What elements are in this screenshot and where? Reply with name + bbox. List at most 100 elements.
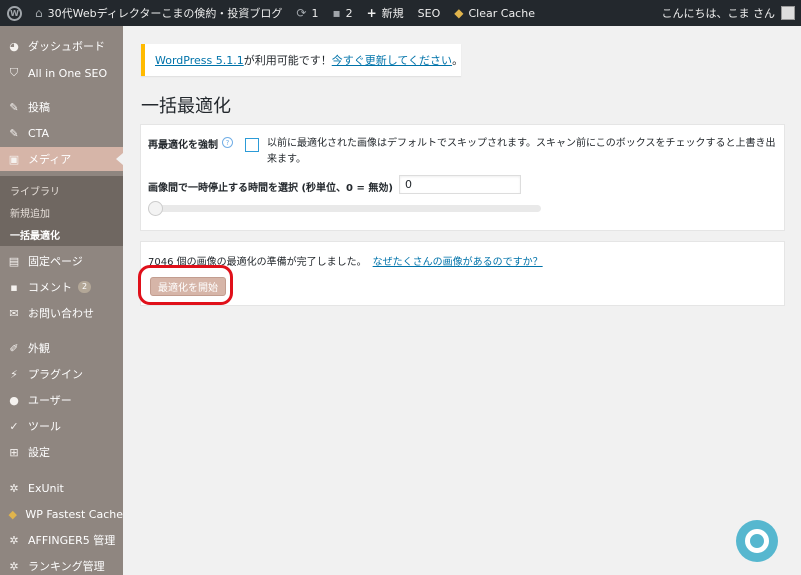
submenu-add-new[interactable]: 新規追加 [10, 205, 50, 220]
admin-sidebar: ◕ ダッシュボード ⛉ All in One SEO ✎ 投稿 ✎ CTA ▣ … [0, 26, 123, 575]
menu-label: ランキング管理 [28, 560, 105, 573]
pause-slider-handle[interactable] [148, 201, 163, 216]
wrench-icon: ✓ [9, 419, 19, 433]
menu-label: ユーザー [28, 394, 72, 407]
lifebuoy-icon [745, 529, 769, 553]
menu-wp-fastest-cache[interactable]: ◆ WP Fastest Cache [0, 502, 123, 526]
settings-panel: 再最適化を強制 ? 以前に最適化された画像はデフォルトでスキップされます。スキャ… [140, 124, 785, 231]
notice-end: 。 [452, 54, 464, 67]
pause-time-label: 画像間で一時停止する時間を選択 (秒単位、0 = 無効) [148, 183, 393, 194]
menu-appearance[interactable]: ✐ 外観 [0, 336, 123, 360]
menu-label: ExUnit [28, 481, 64, 495]
user-icon: ● [9, 393, 19, 407]
updates-count: 1 [311, 6, 319, 20]
submenu-bulk-optimize[interactable]: 一括最適化 [10, 227, 60, 242]
menu-label: メディア [28, 153, 72, 166]
site-name: 30代Webディレクターこまの倹約・投資ブログ [47, 7, 283, 20]
update-notice: WordPress 5.1.1 が利用可能です！ 今すぐ更新してください 。 [141, 44, 464, 76]
menu-label: CTA [28, 126, 50, 140]
gear-icon: ✲ [9, 481, 19, 495]
menu-settings[interactable]: ⊞ 設定 [0, 440, 123, 464]
page-title: 一括最適化 [141, 96, 231, 117]
wordpress-version-link[interactable]: WordPress 5.1.1 [155, 54, 244, 67]
menu-users[interactable]: ● ユーザー [0, 388, 123, 412]
menu-comments[interactable]: ▪ コメント 2 [0, 275, 123, 299]
pause-time-input[interactable]: 0 [399, 175, 521, 194]
plus-icon: + [366, 6, 377, 20]
highlight-annotation [138, 265, 233, 305]
why-many-images-link[interactable]: なぜたくさんの画像があるのですか？ [373, 257, 543, 268]
avatar [781, 6, 795, 20]
wordpress-icon: W [7, 5, 22, 21]
menu-label: ツール [28, 420, 61, 433]
media-submenu: ライブラリ 新規追加 一括最適化 [0, 176, 123, 246]
media-icon: ▣ [8, 152, 20, 166]
force-reoptimize-label: 再最適化を強制 [148, 140, 218, 151]
menu-label: WP Fastest Cache [25, 507, 123, 521]
menu-posts[interactable]: ✎ 投稿 [0, 95, 123, 119]
menu-dashboard[interactable]: ◕ ダッシュボード [0, 34, 123, 58]
new-content-menu[interactable]: + 新規 [360, 0, 411, 26]
menu-label: All in One SEO [28, 66, 108, 80]
speech-bubble-icon: ▪ [10, 280, 18, 294]
mail-icon: ✉ [9, 306, 19, 320]
gear-icon: ✲ [9, 559, 19, 573]
home-icon: ⌂ [35, 6, 43, 20]
dashboard-icon: ◕ [9, 39, 19, 53]
site-name-menu[interactable]: ⌂ 30代Webディレクターこまの倹約・投資ブログ [28, 0, 289, 26]
menu-cta[interactable]: ✎ CTA [0, 121, 123, 145]
pause-slider-track[interactable] [151, 205, 541, 212]
menu-affinger5[interactable]: ✲ AFFINGER5 管理 [0, 528, 123, 552]
optimization-status-panel: 7046 個の画像の最適化の準備が完了しました。 なぜたくさんの画像があるのですか… [140, 241, 785, 306]
submenu-library[interactable]: ライブラリ [10, 183, 60, 198]
cheetah-icon: ◆ [8, 507, 17, 521]
pin-icon: ✎ [9, 100, 19, 114]
menu-label: 外観 [28, 342, 50, 355]
help-widget-button[interactable] [736, 520, 778, 562]
speech-bubble-icon: ▪ [332, 6, 341, 20]
clear-cache-menu[interactable]: ◆ Clear Cache [447, 0, 542, 26]
menu-media[interactable]: ▣ メディア [0, 147, 123, 171]
settings-icon: ⊞ [9, 445, 19, 459]
update-now-link[interactable]: 今すぐ更新してください [332, 52, 452, 68]
plug-icon: ⚡ [10, 367, 18, 381]
seo-label: SEO [417, 6, 441, 20]
clear-cache-label: Clear Cache [468, 6, 535, 20]
force-reoptimize-description: 以前に最適化された画像はデフォルトでスキップされます。スキャン前にこのボックスを… [267, 138, 776, 165]
menu-ranking[interactable]: ✲ ランキング管理 [0, 554, 123, 575]
admin-bar: W ⌂ 30代Webディレクターこまの倹約・投資ブログ ⟳ 1 ▪ 2 + 新規… [0, 0, 801, 26]
pin-icon: ✎ [9, 126, 19, 140]
my-account-menu[interactable]: こんにちは、こま さん [661, 0, 795, 26]
refresh-icon: ⟳ [296, 6, 307, 20]
menu-label: AFFINGER5 管理 [28, 534, 116, 547]
help-icon[interactable]: ? [222, 137, 233, 148]
page-icon: ▤ [8, 254, 20, 268]
gear-icon: ✲ [9, 533, 19, 547]
force-reoptimize-checkbox[interactable] [245, 138, 259, 152]
seo-menu[interactable]: SEO [411, 0, 448, 26]
comments-menu[interactable]: ▪ 2 [325, 0, 359, 26]
brush-icon: ✐ [9, 341, 19, 355]
cheetah-icon: ◆ [454, 6, 464, 20]
comment-count-badge: 2 [78, 281, 92, 293]
menu-label: コメント [28, 281, 72, 294]
notice-text: が利用可能です！ [243, 54, 332, 67]
greeting: こんにちは、こま さん [661, 7, 776, 20]
menu-plugins[interactable]: ⚡ プラグイン [0, 362, 123, 386]
menu-label: ダッシュボード [28, 40, 105, 53]
new-label: 新規 [381, 7, 404, 20]
menu-pages[interactable]: ▤ 固定ページ [0, 249, 123, 273]
wordpress-logo-menu[interactable]: W [0, 0, 28, 26]
menu-label: 固定ページ [28, 255, 83, 268]
menu-all-in-one-seo[interactable]: ⛉ All in One SEO [0, 61, 123, 85]
menu-contact[interactable]: ✉ お問い合わせ [0, 301, 123, 325]
menu-tools[interactable]: ✓ ツール [0, 414, 123, 438]
menu-label: 設定 [28, 446, 50, 459]
menu-label: プラグイン [28, 368, 83, 381]
menu-label: 投稿 [28, 101, 50, 114]
menu-exunit[interactable]: ✲ ExUnit [0, 476, 123, 500]
menu-label: お問い合わせ [28, 307, 94, 320]
comments-count: 2 [345, 6, 353, 20]
updates-menu[interactable]: ⟳ 1 [289, 0, 325, 26]
shield-icon: ⛉ [9, 66, 19, 79]
